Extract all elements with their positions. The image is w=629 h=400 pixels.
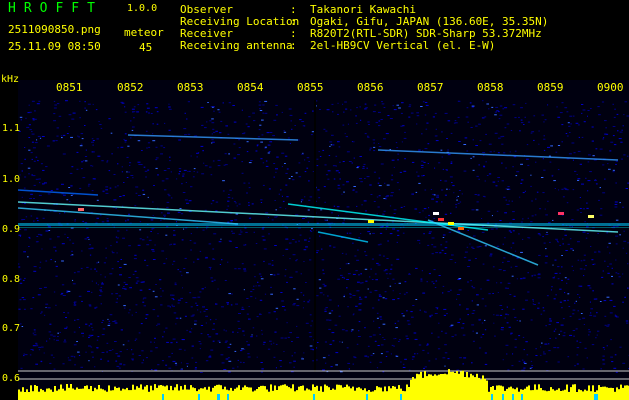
echo-peak <box>438 218 444 221</box>
echo-peak <box>78 208 84 211</box>
freq-tick-label: 0.8 <box>2 274 21 285</box>
time-axis: 0851 0852 0853 0854 0855 0856 0857 0858 … <box>0 81 629 95</box>
freq-tick-label: 1.1 <box>2 123 21 134</box>
echo-peak <box>448 222 454 225</box>
station-info: Observer: Takanori Kawachi Receiving Loca… <box>180 4 548 52</box>
time-tick-label: 0852 <box>117 81 144 94</box>
meteor-label: meteor <box>124 26 164 39</box>
time-tick-label: 0900 <box>597 81 624 94</box>
header-panel: HROFFT 1.0.0 2511090850.png 25.11.09 08:… <box>0 0 629 80</box>
spectrogram-background <box>18 80 629 400</box>
spectrogram <box>18 80 629 400</box>
time-tick-label: 0856 <box>357 81 384 94</box>
freq-tick-label: 0.6 <box>2 373 21 384</box>
time-tick-label: 0858 <box>477 81 504 94</box>
file-name: 2511090850.png <box>8 23 101 36</box>
echo-peak <box>433 212 439 215</box>
date-time: 25.11.09 08:50 <box>8 40 101 53</box>
time-tick-label: 0854 <box>237 81 264 94</box>
info-row-antenna: Receiving antenna: 2el-HB9CV Vertical (el… <box>180 39 496 52</box>
spectrogram-canvas <box>18 80 629 400</box>
time-tick-label: 0855 <box>297 81 324 94</box>
info-key: Receiving antenna <box>180 39 293 52</box>
freq-tick-label: 1.0 <box>2 174 21 185</box>
echo-peak <box>458 227 464 230</box>
app-title: HROFFT <box>8 1 103 16</box>
freq-tick-label: 0.7 <box>2 323 21 334</box>
carrier-band <box>18 223 629 226</box>
app-version: 1.0.0 <box>127 3 158 14</box>
time-divider <box>314 100 316 372</box>
freq-tick-label: 0.9 <box>2 224 21 235</box>
meteor-count: 45 <box>139 41 153 54</box>
time-tick-label: 0859 <box>537 81 564 94</box>
time-tick-label: 0851 <box>56 81 83 94</box>
echo-peak <box>558 212 564 215</box>
echo-peak <box>588 215 594 218</box>
time-tick-label: 0853 <box>177 81 204 94</box>
echo-peak <box>368 220 374 223</box>
time-tick-label: 0857 <box>417 81 444 94</box>
info-value: 2el-HB9CV Vertical (el. E-W) <box>310 39 496 52</box>
